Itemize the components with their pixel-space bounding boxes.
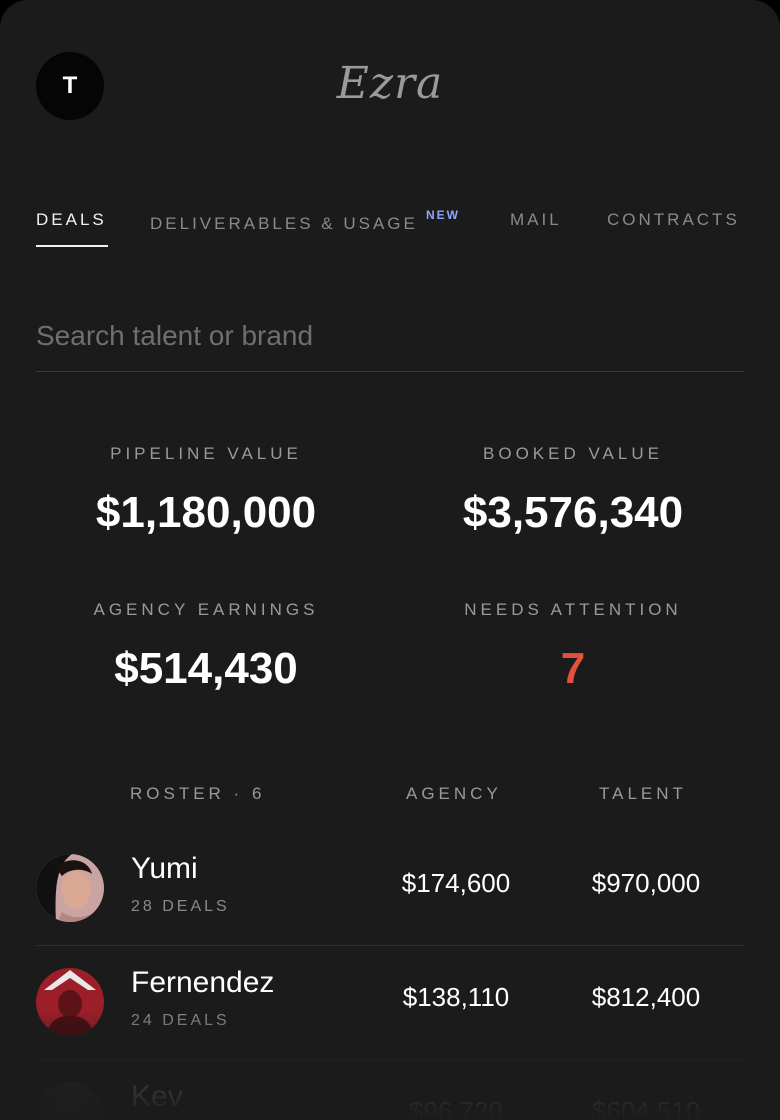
agency-value: $138,110 (402, 982, 510, 1012)
tab-deliverables-label: DELIVERABLES & USAGE (150, 214, 418, 233)
agency-value: $174,600 (401, 868, 511, 898)
tab-contracts-label: CONTRACTS (607, 210, 740, 229)
stat-value: $1,180,000 (95, 488, 317, 537)
tab-deals-label: DEALS (36, 210, 107, 229)
tab-mail-label: MAIL (510, 210, 562, 229)
tab-deals[interactable]: DEALS (36, 210, 108, 247)
roster-row[interactable]: Fernendez 24 DEALS $138,110 $812,400 (36, 946, 744, 1060)
stat-label: PIPELINE VALUE (110, 444, 302, 463)
agency-value: $96,720 (409, 1096, 503, 1120)
talent-avatar (36, 1082, 104, 1120)
talent-name: Fernendez (131, 966, 275, 999)
talent-value: $970,000 (591, 868, 701, 898)
talent-value: $604,510 (591, 1096, 701, 1120)
stat-label: BOOKED VALUE (483, 444, 663, 463)
talent-value: $812,400 (591, 982, 701, 1012)
roster-row[interactable]: Yumi 28 DEALS $174,600 $970,000 (36, 832, 744, 946)
roster-row[interactable]: Kev $96,720 $604,510 (36, 1060, 744, 1120)
talent-column-header: TALENT (599, 784, 687, 803)
stat-label: AGENCY EARNINGS (93, 600, 319, 619)
stat-pipeline-value: PIPELINE VALUE $1,180,000 (36, 444, 376, 538)
stat-value: $3,576,340 (462, 488, 684, 537)
stat-needs-attention[interactable]: NEEDS ATTENTION 7 (403, 600, 743, 694)
agency-column-header: AGENCY (406, 784, 502, 803)
talent-avatar (36, 968, 104, 1036)
needs-attention-count: 7 (560, 644, 586, 693)
stat-label: NEEDS ATTENTION (464, 600, 682, 619)
talent-avatar (36, 854, 104, 922)
talent-deal-count: 28 DEALS (131, 898, 230, 915)
roster-header: ROSTER · 6 (130, 784, 266, 803)
active-tab-indicator (36, 245, 108, 247)
app-screen: T Ezra DEALS DELIVERABLES & USAGE NEW MA… (0, 0, 780, 1120)
search-input[interactable] (36, 300, 744, 372)
talent-deal-count: 24 DEALS (131, 1012, 230, 1029)
stat-value: $514,430 (114, 644, 298, 693)
brand-logo: Ezra (336, 58, 444, 109)
talent-name: Yumi (131, 852, 198, 885)
tab-contracts[interactable]: CONTRACTS (607, 210, 740, 230)
tab-bar: DEALS DELIVERABLES & USAGE NEW MAIL CONT… (36, 208, 750, 250)
new-badge: NEW (426, 208, 460, 222)
stat-agency-earnings: AGENCY EARNINGS $514,430 (36, 600, 376, 694)
tab-deliverables-usage[interactable]: DELIVERABLES & USAGE (150, 214, 418, 234)
stat-booked-value: BOOKED VALUE $3,576,340 (403, 444, 743, 538)
tab-mail[interactable]: MAIL (510, 210, 562, 230)
talent-name: Kev (131, 1080, 183, 1113)
